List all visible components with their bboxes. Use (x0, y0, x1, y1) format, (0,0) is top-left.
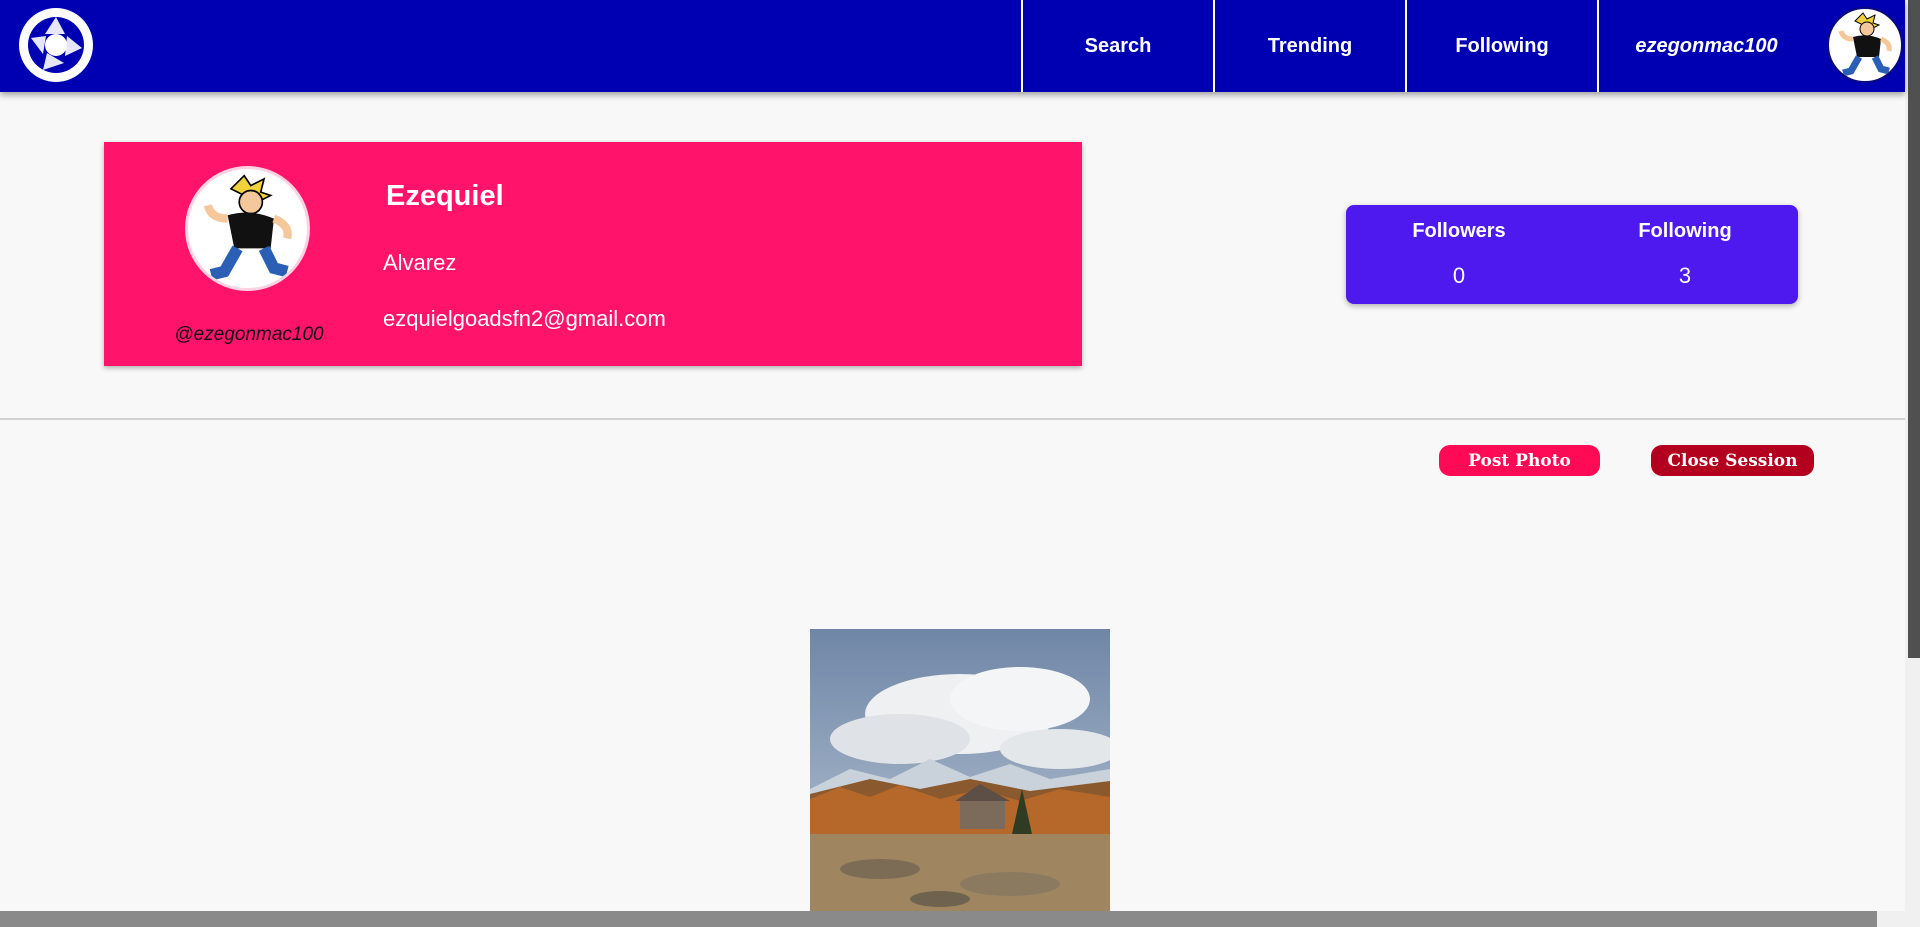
top-navbar: Search Trending Following ezegonmac100 (0, 0, 1905, 92)
horizontal-scrollbar-thumb[interactable] (0, 911, 1877, 927)
followers-count: 0 (1452, 263, 1466, 288)
follow-stats-card: Followers 0 Following 3 (1346, 205, 1798, 304)
nav-search-label: Search (1084, 34, 1152, 57)
nav-trending-label: Trending (1267, 34, 1353, 57)
profile-handle: @ezegonmac100 (174, 324, 324, 345)
following-label[interactable]: Following (1572, 220, 1798, 243)
section-divider (0, 418, 1905, 420)
nav-search[interactable]: Search (1021, 0, 1213, 92)
profile-last-name: Alvarez (383, 250, 457, 275)
post-photo-button[interactable]: Post Photo (1439, 445, 1600, 476)
profile-card: @ezegonmac100 Ezequiel Alvarez ezquielgo… (104, 142, 1082, 366)
profile-avatar-icon (185, 166, 310, 291)
vertical-scrollbar-thumb[interactable] (1908, 0, 1920, 658)
photo-thumbnail[interactable] (810, 629, 1110, 912)
nav-user-profile[interactable]: ezegonmac100 (1597, 0, 1814, 92)
nav-following-label: Following (1455, 34, 1549, 57)
profile-first-name: Ezequiel (386, 180, 504, 212)
close-session-button[interactable]: Close Session (1651, 445, 1814, 476)
following-count: 3 (1678, 263, 1692, 288)
user-avatar-icon[interactable] (1827, 7, 1903, 83)
profile-email: ezquielgoadsfn2@gmail.com (383, 306, 666, 331)
nav-trending[interactable]: Trending (1213, 0, 1405, 92)
camera-shutter-icon[interactable] (19, 8, 93, 82)
nav-following[interactable]: Following (1405, 0, 1597, 92)
followers-label[interactable]: Followers (1346, 220, 1572, 243)
nav-username-label: ezegonmac100 (1635, 34, 1778, 57)
